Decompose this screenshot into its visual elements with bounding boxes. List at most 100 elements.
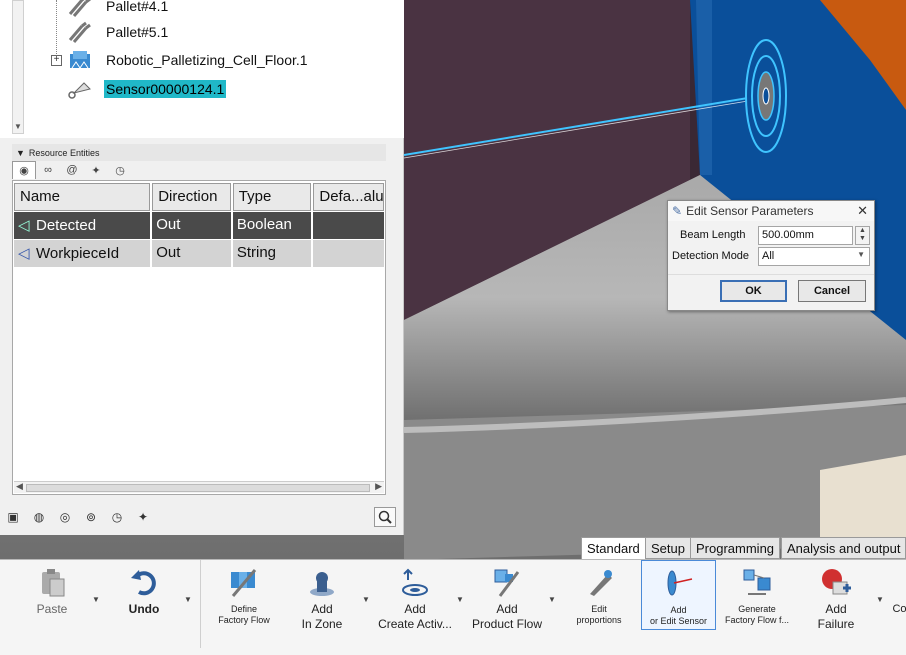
undo-button[interactable]: Undo xyxy=(114,560,174,634)
table-horizontal-scrollbar[interactable]: ◀ ▶ xyxy=(14,481,384,493)
tab-standard[interactable]: Standard xyxy=(581,537,646,559)
column-header-type[interactable]: Type xyxy=(232,183,312,211)
scroll-thumb[interactable] xyxy=(26,484,370,492)
truncated-button[interactable]: Co xyxy=(893,560,906,634)
spiral-icon[interactable]: @ xyxy=(60,161,84,179)
add-product-flow-button[interactable]: Add Product Flow xyxy=(470,560,544,634)
edit-proportions-button[interactable]: Edit proportions xyxy=(566,560,632,634)
table-row[interactable]: ◁ Detected Out Boolean xyxy=(13,212,385,239)
cell-name: ◁ Detected xyxy=(14,212,151,239)
add-edit-sensor-icon xyxy=(662,567,696,601)
cell-direction: Out xyxy=(152,212,231,239)
button-label: Define Factory Flow xyxy=(218,604,270,625)
ok-button[interactable]: OK xyxy=(720,280,787,302)
cell-text: WorkpieceId xyxy=(36,245,120,262)
chevron-down-icon[interactable]: ▼ xyxy=(456,595,464,604)
sensor-icon xyxy=(64,77,96,101)
add-failure-button[interactable]: Add Failure xyxy=(806,560,866,634)
cancel-button[interactable]: Cancel xyxy=(798,280,866,302)
resource-entities-table: Name Direction Type Defa...alu ◁ Detected… xyxy=(12,180,386,495)
button-label: Add Create Activ... xyxy=(378,602,452,631)
generate-factory-flow-button[interactable]: Generate Factory Flow f... xyxy=(720,560,794,634)
generate-factory-flow-icon xyxy=(740,566,774,600)
edit-proportions-icon xyxy=(582,566,616,600)
add-in-zone-icon xyxy=(305,566,339,600)
edit-sensor-dialog: ✎ Edit Sensor Parameters ✕ Beam Length 5… xyxy=(667,200,875,311)
chevron-down-icon[interactable]: ▼ xyxy=(362,595,370,604)
add-failure-icon xyxy=(819,566,853,600)
tree-item-pallet-4[interactable]: Pallet#4.1 xyxy=(64,0,170,18)
tree-item-pallet-5[interactable]: Pallet#5.1 xyxy=(64,20,170,44)
define-factory-flow-icon xyxy=(227,566,261,600)
add-output-icon[interactable]: ◍ xyxy=(28,507,50,527)
chevron-down-icon: ▼ xyxy=(857,250,865,259)
panel-toolbar: ▣ ◍ ◎ ⊚ ◷ ✦ xyxy=(2,507,402,529)
cell-type: Boolean xyxy=(232,212,312,239)
button-label: Add or Edit Sensor xyxy=(649,605,708,626)
add-wand-icon[interactable]: ✦ xyxy=(132,507,154,527)
button-label: Add Failure xyxy=(817,602,855,631)
add-entity-icon[interactable]: ▣ xyxy=(2,507,24,527)
add-group-icon[interactable]: ◎ xyxy=(54,507,76,527)
button-label: Co xyxy=(893,603,906,615)
tree-scrollbar[interactable]: ▼ xyxy=(12,0,24,134)
cell-default xyxy=(313,212,385,239)
add-create-activity-button[interactable]: Add Create Activ... xyxy=(376,560,454,634)
scroll-left-icon[interactable]: ◀ xyxy=(16,481,23,492)
add-timer-icon[interactable]: ◷ xyxy=(106,507,128,527)
column-header-name[interactable]: Name xyxy=(14,183,151,211)
chevron-down-icon[interactable]: ▼ xyxy=(548,595,556,604)
tree-item-label: Pallet#4.1 xyxy=(106,0,169,14)
paste-icon xyxy=(35,566,69,600)
button-label: Add Product Flow xyxy=(471,602,543,631)
beam-length-spinner[interactable]: ▲ ▼ xyxy=(855,226,870,245)
button-label: Add In Zone xyxy=(301,602,343,631)
column-header-default[interactable]: Defa...alu xyxy=(313,183,384,211)
close-icon[interactable]: ✕ xyxy=(857,203,868,219)
detection-mode-select[interactable]: All ▼ xyxy=(758,247,870,266)
add-in-zone-button[interactable]: Add In Zone xyxy=(292,560,352,634)
dialog-titlebar[interactable]: ✎ Edit Sensor Parameters ✕ xyxy=(668,201,874,221)
add-edit-sensor-button[interactable]: Add or Edit Sensor xyxy=(641,560,716,630)
paste-button[interactable]: Paste xyxy=(22,560,82,634)
scroll-right-icon[interactable]: ▶ xyxy=(375,481,382,492)
tab-analysis-output[interactable]: Analysis and output xyxy=(781,537,906,559)
add-create-activity-icon xyxy=(398,566,432,600)
io-icon[interactable]: ◉ xyxy=(12,161,36,179)
table-header: Name Direction Type Defa...alu xyxy=(13,181,385,211)
search-icon[interactable] xyxy=(374,507,396,527)
tab-setup[interactable]: Setup xyxy=(645,537,691,559)
define-factory-flow-button[interactable]: Define Factory Flow xyxy=(210,560,278,634)
tab-programming[interactable]: Programming xyxy=(690,537,781,559)
wand-icon[interactable]: ✦ xyxy=(84,161,108,179)
infinity-icon[interactable]: ∞ xyxy=(36,161,60,179)
tree-connector xyxy=(56,0,57,62)
product-tree: ▼ + Pallet#4.1 Pallet#5.1 Robotic_Pallet… xyxy=(0,0,404,138)
collapse-arrow-icon: ▼ xyxy=(16,147,25,158)
tree-item-label: Sensor00000124.1 xyxy=(104,80,227,98)
select-value: All xyxy=(762,250,775,262)
column-header-direction[interactable]: Direction xyxy=(152,183,231,211)
chevron-down-icon[interactable]: ▼ xyxy=(184,595,192,604)
tree-item-label: Robotic_Palletizing_Cell_Floor.1 xyxy=(106,52,308,68)
resource-entities-tabs: ◉ ∞ @ ✦ ◷ xyxy=(12,161,386,179)
cell-text: Detected xyxy=(36,217,97,234)
chevron-down-icon[interactable]: ▼ xyxy=(876,595,884,604)
button-label: Edit proportions xyxy=(576,604,622,625)
undo-icon xyxy=(127,566,161,600)
resource-entities-header[interactable]: ▼ Resource Entities xyxy=(12,144,386,161)
ribbon-tab-bar: Standard Setup Programming Analysis and … xyxy=(0,535,906,559)
beam-length-label: Beam Length xyxy=(680,229,746,241)
cell-default xyxy=(313,240,385,267)
chevron-down-icon[interactable]: ▼ xyxy=(92,595,100,604)
edit-pencil-icon: ✎ xyxy=(672,204,683,218)
timer-icon[interactable]: ◷ xyxy=(108,161,132,179)
beam-length-input[interactable]: 500.00mm xyxy=(758,226,853,245)
button-label: Undo xyxy=(128,602,160,616)
tree-item-floor[interactable]: Robotic_Palletizing_Cell_Floor.1 xyxy=(64,48,310,72)
tree-item-sensor[interactable]: Sensor00000124.1 xyxy=(64,77,227,101)
table-row[interactable]: ◁ WorkpieceId Out String xyxy=(13,240,385,267)
pallet-icon xyxy=(64,20,96,44)
add-variable-icon[interactable]: ⊚ xyxy=(80,507,102,527)
expand-toggle[interactable]: + xyxy=(51,55,62,66)
